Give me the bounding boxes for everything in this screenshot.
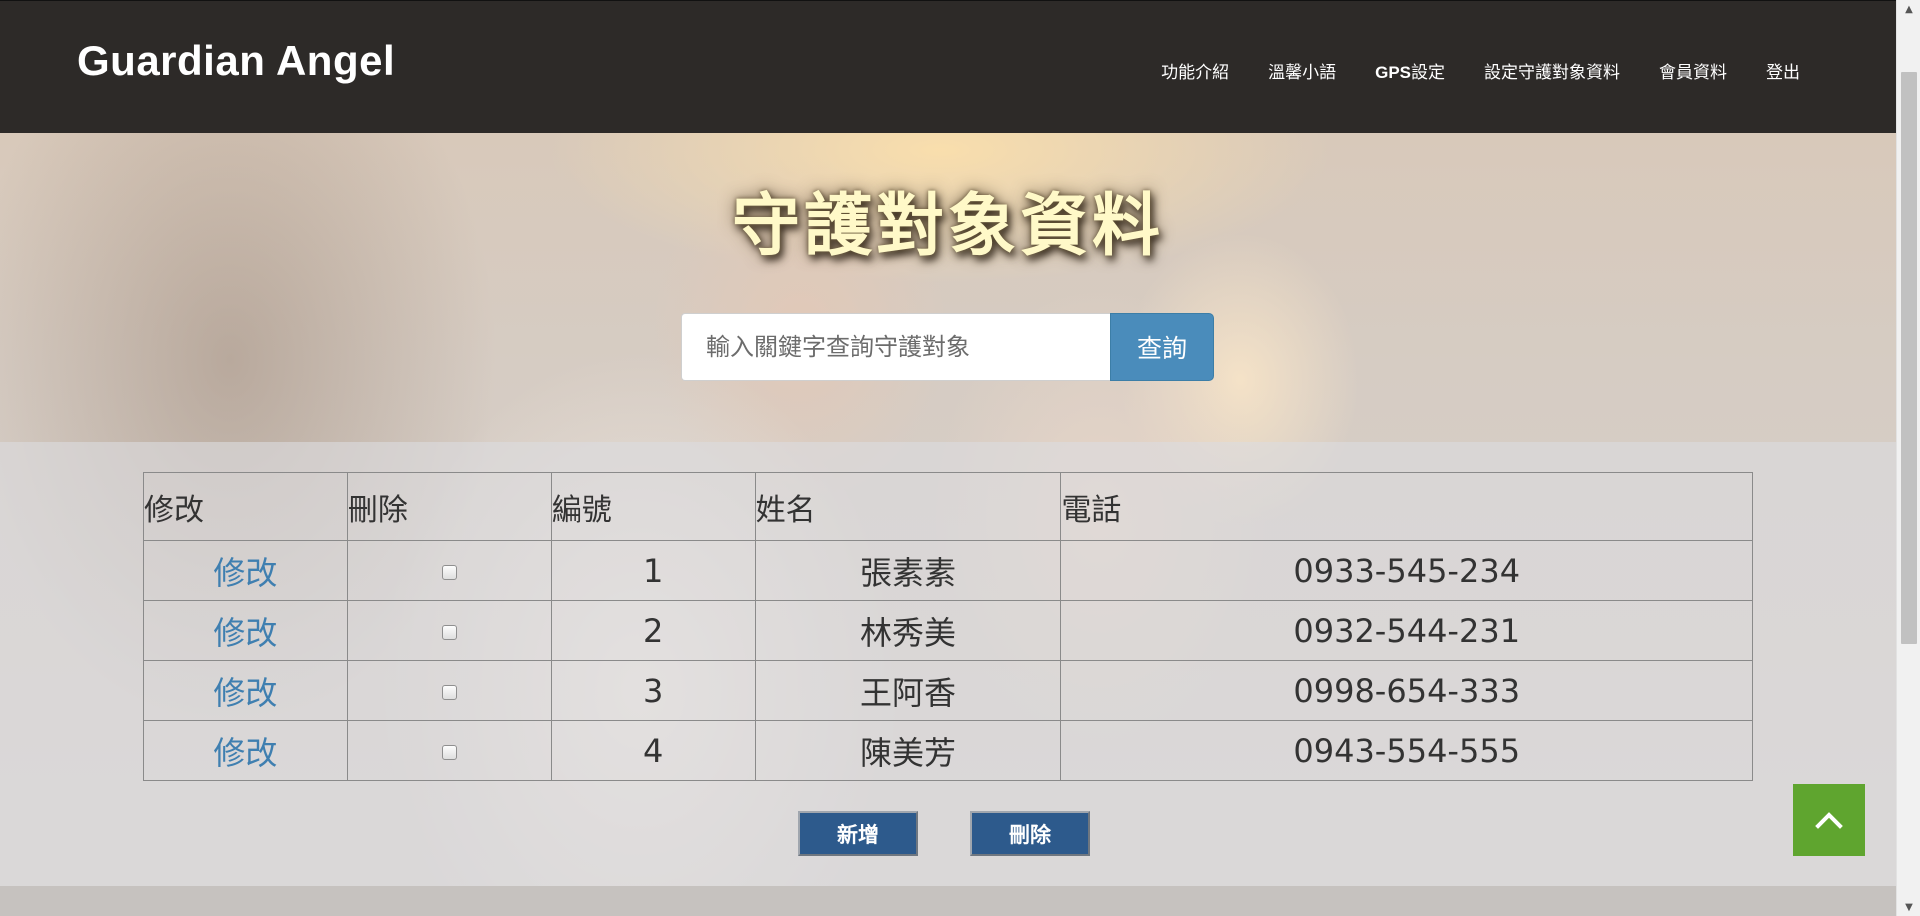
search-input[interactable]	[681, 313, 1110, 381]
delete-checkbox[interactable]	[441, 685, 457, 700]
column-header-number: 編號	[550, 472, 756, 541]
name-cell: 王阿香	[754, 660, 1062, 721]
nav-item-gps-settings[interactable]: GPS設定	[1375, 58, 1445, 83]
top-navbar: Guardian Angel 功能介紹 溫馨小語 GPS設定 設定守護對象資料 …	[0, 0, 1896, 133]
table-row: 修改 3 王阿香 0998-654-333	[143, 660, 1753, 721]
chevron-up-icon	[1815, 812, 1843, 829]
table-row: 修改 1 張素素 0933-545-234	[143, 540, 1753, 601]
page-background: Guardian Angel 功能介紹 溫馨小語 GPS設定 設定守護對象資料 …	[0, 0, 1896, 916]
nav-item-features[interactable]: 功能介紹	[1161, 58, 1229, 83]
nav-item-gps-label-bold: GPS	[1375, 63, 1411, 82]
name-cell: 陳美芳	[754, 720, 1062, 781]
page-title: 守護對象資料	[731, 187, 1164, 266]
delete-checkbox[interactable]	[441, 565, 457, 580]
phone-cell: 0933-545-234	[1060, 540, 1753, 601]
page-scrollbar[interactable]: ▲ ▼	[1896, 0, 1920, 916]
brand-logo[interactable]: Guardian Angel	[77, 37, 395, 85]
delete-checkbox[interactable]	[441, 625, 457, 640]
nav-item-member-info[interactable]: 會員資料	[1659, 58, 1727, 83]
scroll-up-arrow-icon[interactable]: ▲	[1897, 0, 1920, 18]
edit-cell: 修改	[143, 600, 348, 661]
name-cell: 林秀美	[754, 600, 1062, 661]
delete-cell	[346, 720, 552, 781]
number-cell: 4	[550, 720, 756, 781]
delete-cell	[346, 660, 552, 721]
name-cell: 張素素	[754, 540, 1062, 601]
scrollbar-thumb[interactable]	[1901, 72, 1917, 644]
back-to-top-button[interactable]	[1793, 784, 1865, 856]
nav-item-gps-label-rest: 設定	[1411, 63, 1445, 82]
search-bar: 查詢	[681, 313, 1214, 381]
edit-link[interactable]: 修改	[213, 734, 277, 772]
column-header-delete: 刪除	[346, 472, 552, 541]
delete-button[interactable]: 刪除	[970, 811, 1090, 856]
delete-checkbox[interactable]	[441, 745, 457, 760]
table-actions: 新增 刪除	[798, 811, 1090, 856]
edit-link[interactable]: 修改	[213, 614, 277, 652]
edit-cell: 修改	[143, 660, 348, 721]
column-header-phone: 電話	[1060, 472, 1753, 541]
nav-item-guardee-settings[interactable]: 設定守護對象資料	[1484, 58, 1620, 83]
edit-link[interactable]: 修改	[213, 554, 277, 592]
edit-link[interactable]: 修改	[213, 674, 277, 712]
nav-item-logout[interactable]: 登出	[1766, 58, 1800, 83]
phone-cell: 0932-544-231	[1060, 600, 1753, 661]
nav-item-warm-words[interactable]: 溫馨小語	[1268, 58, 1336, 83]
guardee-table: 修改 刪除 編號 姓名 電話 修改 1 張素素 0933-545-234 修改 …	[143, 472, 1753, 781]
scroll-down-arrow-icon[interactable]: ▼	[1897, 898, 1920, 916]
delete-cell	[346, 600, 552, 661]
number-cell: 3	[550, 660, 756, 721]
column-header-edit: 修改	[143, 472, 348, 541]
edit-cell: 修改	[143, 720, 348, 781]
number-cell: 2	[550, 600, 756, 661]
edit-cell: 修改	[143, 540, 348, 601]
table-row: 修改 2 林秀美 0932-544-231	[143, 600, 1753, 661]
column-header-name: 姓名	[754, 472, 1062, 541]
number-cell: 1	[550, 540, 756, 601]
delete-cell	[346, 540, 552, 601]
add-button[interactable]: 新增	[798, 811, 918, 856]
phone-cell: 0998-654-333	[1060, 660, 1753, 721]
search-button[interactable]: 查詢	[1110, 313, 1214, 381]
table-header-row: 修改 刪除 編號 姓名 電話	[143, 472, 1753, 541]
footer-strip	[0, 886, 1896, 916]
phone-cell: 0943-554-555	[1060, 720, 1753, 781]
main-nav: 功能介紹 溫馨小語 GPS設定 設定守護對象資料 會員資料 登出	[1122, 58, 1800, 83]
table-row: 修改 4 陳美芳 0943-554-555	[143, 720, 1753, 781]
